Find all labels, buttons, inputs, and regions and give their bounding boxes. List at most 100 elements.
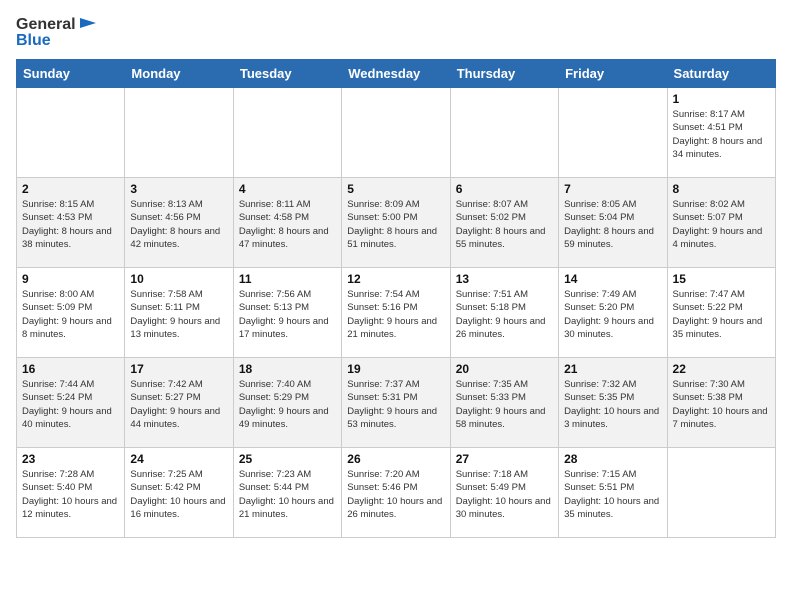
calendar-week-4: 16 Sunrise: 7:44 AM Sunset: 5:24 PM Dayli… (17, 358, 776, 448)
calendar-cell: 23 Sunrise: 7:28 AM Sunset: 5:40 PM Dayli… (17, 448, 125, 538)
day-info: Sunrise: 8:09 AM Sunset: 5:00 PM Dayligh… (347, 198, 444, 251)
logo-flag-icon (78, 18, 96, 32)
day-info: Sunrise: 8:00 AM Sunset: 5:09 PM Dayligh… (22, 288, 119, 341)
day-number: 8 (673, 182, 770, 196)
day-info: Sunrise: 8:17 AM Sunset: 4:51 PM Dayligh… (673, 108, 770, 161)
calendar-header-row: SundayMondayTuesdayWednesdayThursdayFrid… (17, 60, 776, 88)
calendar-cell: 6 Sunrise: 8:07 AM Sunset: 5:02 PM Daylig… (450, 178, 558, 268)
day-info: Sunrise: 7:44 AM Sunset: 5:24 PM Dayligh… (22, 378, 119, 431)
calendar-cell (233, 88, 341, 178)
calendar-cell: 24Sunrise: 7:25 AM Sunset: 5:42 PM Dayli… (125, 448, 233, 538)
day-number: 20 (456, 362, 553, 376)
day-info: Sunrise: 7:20 AM Sunset: 5:46 PM Dayligh… (347, 468, 444, 521)
day-header-tuesday: Tuesday (233, 60, 341, 88)
day-number: 25 (239, 452, 336, 466)
calendar-cell: 13 Sunrise: 7:51 AM Sunset: 5:18 PM Dayli… (450, 268, 558, 358)
day-number: 13 (456, 272, 553, 286)
calendar-table: SundayMondayTuesdayWednesdayThursdayFrid… (16, 59, 776, 538)
day-number: 3 (130, 182, 227, 196)
day-number: 28 (564, 452, 661, 466)
day-number: 2 (22, 182, 119, 196)
calendar-cell: 4 Sunrise: 8:11 AM Sunset: 4:58 PM Daylig… (233, 178, 341, 268)
day-number: 27 (456, 452, 553, 466)
day-info: Sunrise: 7:23 AM Sunset: 5:44 PM Dayligh… (239, 468, 336, 521)
calendar-cell: 20 Sunrise: 7:35 AM Sunset: 5:33 PM Dayli… (450, 358, 558, 448)
day-info: Sunrise: 7:58 AM Sunset: 5:11 PM Dayligh… (130, 288, 227, 341)
day-number: 6 (456, 182, 553, 196)
day-number: 15 (673, 272, 770, 286)
logo-wordmark: General Blue (16, 16, 96, 49)
day-info: Sunrise: 7:49 AM Sunset: 5:20 PM Dayligh… (564, 288, 661, 341)
calendar-cell (559, 88, 667, 178)
calendar-cell: 19 Sunrise: 7:37 AM Sunset: 5:31 PM Dayli… (342, 358, 450, 448)
day-header-sunday: Sunday (17, 60, 125, 88)
calendar-cell: 17 Sunrise: 7:42 AM Sunset: 5:27 PM Dayli… (125, 358, 233, 448)
day-info: Sunrise: 7:15 AM Sunset: 5:51 PM Dayligh… (564, 468, 661, 521)
calendar-cell: 3 Sunrise: 8:13 AM Sunset: 4:56 PM Daylig… (125, 178, 233, 268)
day-info: Sunrise: 7:25 AM Sunset: 5:42 PM Dayligh… (130, 468, 227, 521)
calendar-cell: 15 Sunrise: 7:47 AM Sunset: 5:22 PM Dayli… (667, 268, 775, 358)
page-header: General Blue (16, 16, 776, 49)
calendar-cell: 18 Sunrise: 7:40 AM Sunset: 5:29 PM Dayli… (233, 358, 341, 448)
day-info: Sunrise: 8:11 AM Sunset: 4:58 PM Dayligh… (239, 198, 336, 251)
day-number: 16 (22, 362, 119, 376)
day-info: Sunrise: 8:02 AM Sunset: 5:07 PM Dayligh… (673, 198, 770, 251)
day-number: 18 (239, 362, 336, 376)
day-number: 21 (564, 362, 661, 376)
calendar-cell (342, 88, 450, 178)
calendar-cell: 25 Sunrise: 7:23 AM Sunset: 5:44 PM Dayli… (233, 448, 341, 538)
day-info: Sunrise: 7:35 AM Sunset: 5:33 PM Dayligh… (456, 378, 553, 431)
day-number: 23 (22, 452, 119, 466)
day-header-wednesday: Wednesday (342, 60, 450, 88)
day-number: 4 (239, 182, 336, 196)
day-info: Sunrise: 7:54 AM Sunset: 5:16 PM Dayligh… (347, 288, 444, 341)
calendar-cell (667, 448, 775, 538)
day-info: Sunrise: 8:15 AM Sunset: 4:53 PM Dayligh… (22, 198, 119, 251)
day-info: Sunrise: 7:37 AM Sunset: 5:31 PM Dayligh… (347, 378, 444, 431)
day-header-thursday: Thursday (450, 60, 558, 88)
calendar-cell: 21Sunrise: 7:32 AM Sunset: 5:35 PM Dayli… (559, 358, 667, 448)
day-info: Sunrise: 7:30 AM Sunset: 5:38 PM Dayligh… (673, 378, 770, 431)
day-number: 26 (347, 452, 444, 466)
calendar-cell: 10 Sunrise: 7:58 AM Sunset: 5:11 PM Dayli… (125, 268, 233, 358)
day-number: 17 (130, 362, 227, 376)
day-number: 7 (564, 182, 661, 196)
calendar-cell: 16 Sunrise: 7:44 AM Sunset: 5:24 PM Dayli… (17, 358, 125, 448)
day-number: 19 (347, 362, 444, 376)
calendar-cell: 28 Sunrise: 7:15 AM Sunset: 5:51 PM Dayli… (559, 448, 667, 538)
day-info: Sunrise: 7:47 AM Sunset: 5:22 PM Dayligh… (673, 288, 770, 341)
calendar-cell: 8 Sunrise: 8:02 AM Sunset: 5:07 PM Daylig… (667, 178, 775, 268)
logo: General Blue (16, 16, 96, 49)
calendar-cell: 1Sunrise: 8:17 AM Sunset: 4:51 PM Daylig… (667, 88, 775, 178)
calendar-week-1: 1Sunrise: 8:17 AM Sunset: 4:51 PM Daylig… (17, 88, 776, 178)
calendar-cell (450, 88, 558, 178)
calendar-cell: 7 Sunrise: 8:05 AM Sunset: 5:04 PM Daylig… (559, 178, 667, 268)
calendar-week-3: 9Sunrise: 8:00 AM Sunset: 5:09 PM Daylig… (17, 268, 776, 358)
calendar-cell: 26 Sunrise: 7:20 AM Sunset: 5:46 PM Dayli… (342, 448, 450, 538)
day-number: 12 (347, 272, 444, 286)
day-info: Sunrise: 7:18 AM Sunset: 5:49 PM Dayligh… (456, 468, 553, 521)
day-number: 22 (673, 362, 770, 376)
logo-blue: Blue (16, 32, 96, 50)
day-header-saturday: Saturday (667, 60, 775, 88)
day-number: 10 (130, 272, 227, 286)
day-info: Sunrise: 7:51 AM Sunset: 5:18 PM Dayligh… (456, 288, 553, 341)
calendar-cell: 11Sunrise: 7:56 AM Sunset: 5:13 PM Dayli… (233, 268, 341, 358)
calendar-cell (17, 88, 125, 178)
day-info: Sunrise: 7:28 AM Sunset: 5:40 PM Dayligh… (22, 468, 119, 521)
day-number: 14 (564, 272, 661, 286)
day-info: Sunrise: 8:05 AM Sunset: 5:04 PM Dayligh… (564, 198, 661, 251)
calendar-cell: 9Sunrise: 8:00 AM Sunset: 5:09 PM Daylig… (17, 268, 125, 358)
day-info: Sunrise: 8:13 AM Sunset: 4:56 PM Dayligh… (130, 198, 227, 251)
calendar-cell: 27 Sunrise: 7:18 AM Sunset: 5:49 PM Dayli… (450, 448, 558, 538)
day-info: Sunrise: 8:07 AM Sunset: 5:02 PM Dayligh… (456, 198, 553, 251)
day-info: Sunrise: 7:40 AM Sunset: 5:29 PM Dayligh… (239, 378, 336, 431)
calendar-cell (125, 88, 233, 178)
day-info: Sunrise: 7:42 AM Sunset: 5:27 PM Dayligh… (130, 378, 227, 431)
calendar-week-5: 23 Sunrise: 7:28 AM Sunset: 5:40 PM Dayli… (17, 448, 776, 538)
calendar-cell: 12 Sunrise: 7:54 AM Sunset: 5:16 PM Dayli… (342, 268, 450, 358)
day-info: Sunrise: 7:56 AM Sunset: 5:13 PM Dayligh… (239, 288, 336, 341)
calendar-cell: 22 Sunrise: 7:30 AM Sunset: 5:38 PM Dayli… (667, 358, 775, 448)
day-number: 5 (347, 182, 444, 196)
calendar-week-2: 2 Sunrise: 8:15 AM Sunset: 4:53 PM Daylig… (17, 178, 776, 268)
